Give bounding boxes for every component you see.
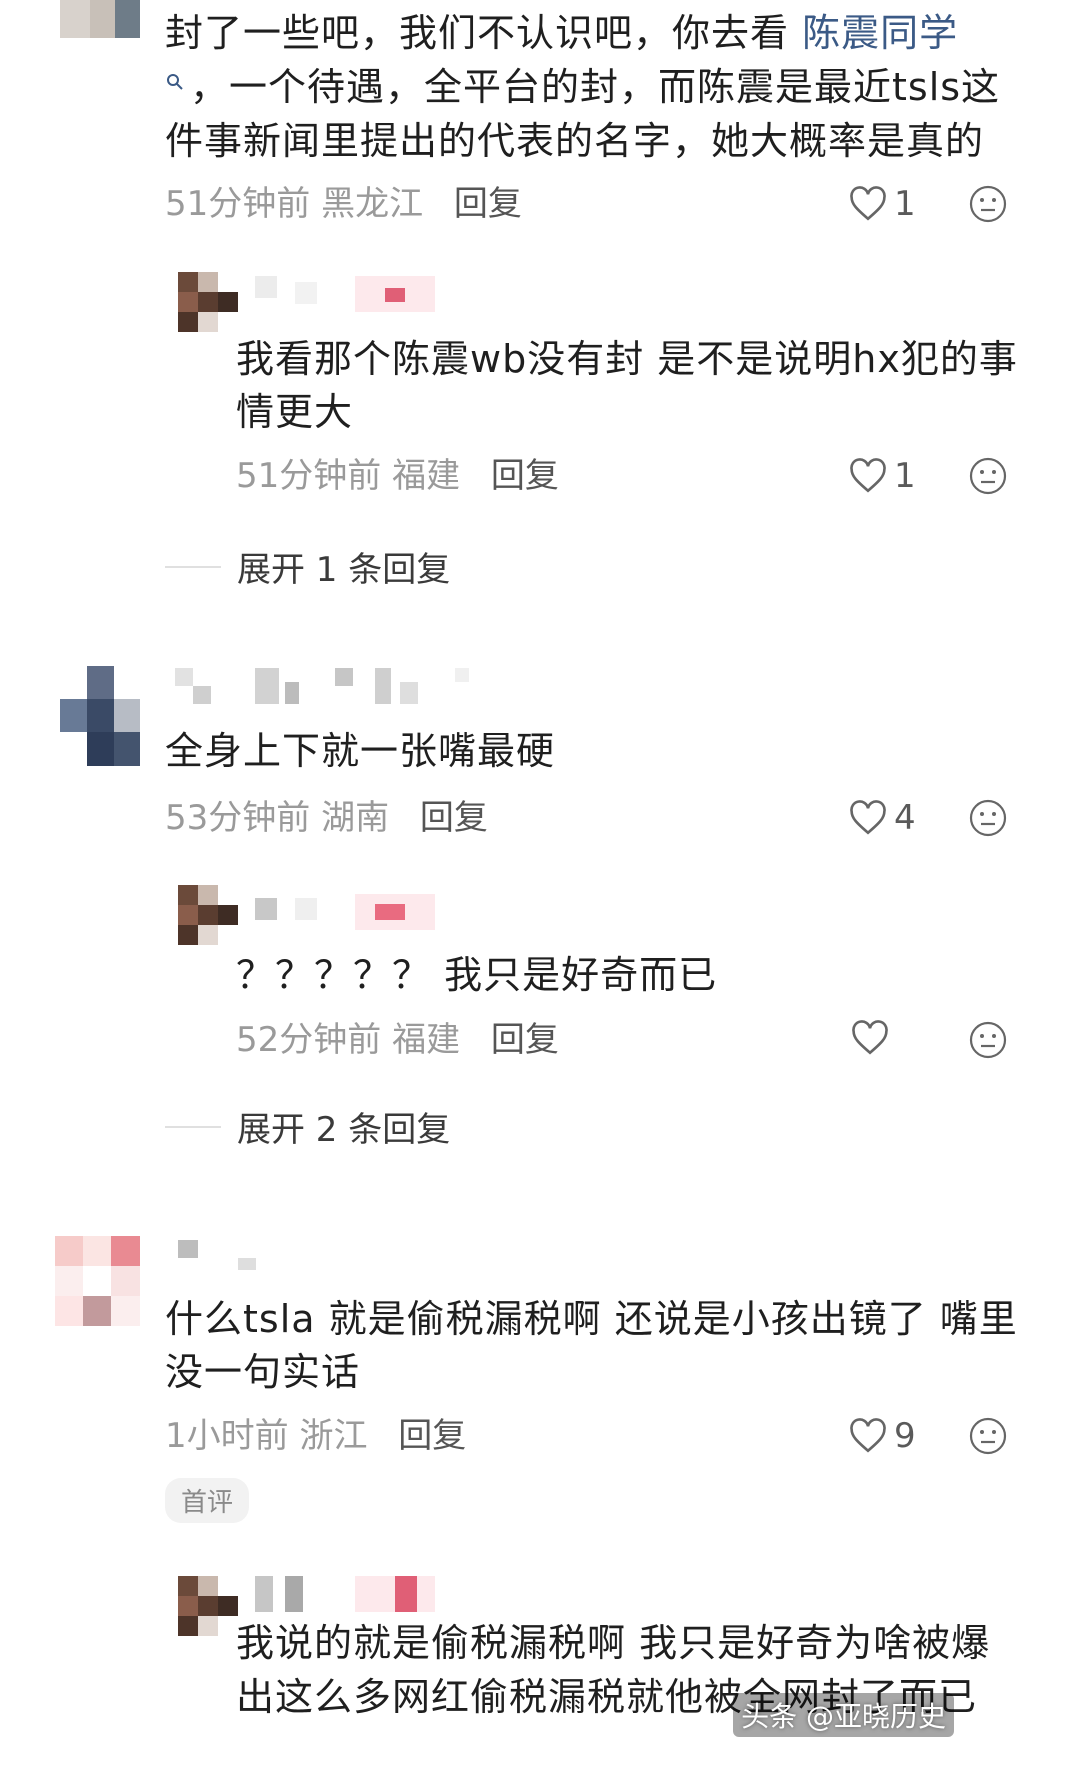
comment-location: 湖南	[321, 798, 390, 838]
like-button[interactable]: 9	[848, 1416, 916, 1456]
username-blurred[interactable]	[175, 668, 475, 704]
comment-text: 没一句实话	[165, 1350, 361, 1394]
like-count: 1	[894, 184, 916, 224]
comment-time: 53分钟前	[165, 798, 311, 838]
like-count: 4	[894, 798, 916, 838]
divider	[165, 565, 221, 568]
comment-text: 我看那个陈震wb没有封 是不是说明hx犯的事	[236, 337, 1018, 381]
like-count: 9	[894, 1416, 916, 1456]
like-button[interactable]: 1	[848, 456, 916, 496]
neutral-face-icon[interactable]	[968, 184, 1008, 224]
comment-meta: 51分钟前 福建 回复	[236, 456, 559, 496]
comment-text: 件事新闻里提出的代表的名字，她大概率是真的	[165, 119, 985, 163]
username-blurred[interactable]	[255, 276, 435, 312]
comment-text: 情更大	[236, 390, 354, 434]
first-comment-badge: 首评	[165, 1478, 250, 1523]
comment-time: 51分钟前	[165, 184, 311, 224]
comment-time: 51分钟前	[236, 456, 382, 496]
like-button[interactable]	[850, 1020, 896, 1056]
like-button[interactable]: 4	[848, 798, 916, 838]
comment-location: 黑龙江	[321, 184, 424, 224]
comment-meta: 53分钟前 湖南 回复	[165, 798, 488, 838]
watermark: 头条 @亚晓历史	[733, 1693, 962, 1737]
heart-outline-icon	[850, 458, 886, 493]
avatar[interactable]	[60, 0, 140, 38]
reply-button[interactable]: 回复	[420, 798, 488, 838]
comment-text: 我说的就是偷税漏税啊 我只是好奇为啥被爆	[236, 1621, 991, 1665]
reply-button[interactable]: 回复	[454, 184, 522, 224]
mention-link[interactable]: 陈震同学	[802, 11, 958, 55]
reply-button[interactable]: 回复	[491, 1020, 559, 1060]
comment-location: 浙江	[299, 1416, 368, 1456]
search-icon[interactable]	[165, 72, 185, 92]
comment-text: 封了一些吧，我们不认识吧，你去看 陈震同学	[165, 11, 959, 55]
username-blurred[interactable]	[178, 1240, 268, 1276]
comment-text: ，一个待遇，全平台的封，而陈震是最近tsls这	[190, 65, 1001, 109]
heart-outline-icon	[850, 186, 886, 221]
comment-location: 福建	[392, 456, 461, 496]
avatar[interactable]	[178, 1576, 238, 1636]
reply-button[interactable]: 回复	[491, 456, 559, 496]
avatar[interactable]	[55, 1236, 140, 1326]
like-button[interactable]: 1	[848, 184, 916, 224]
like-count: 1	[894, 456, 916, 496]
username-blurred[interactable]	[255, 1576, 435, 1612]
avatar[interactable]	[60, 666, 140, 766]
comment-time: 1小时前	[165, 1416, 289, 1456]
heart-outline-icon	[850, 800, 886, 835]
comment-meta: 1小时前 浙江 回复	[165, 1416, 466, 1456]
watermark-logo: 头条 @亚晓历史	[733, 1693, 954, 1737]
comment-meta: 52分钟前 福建 回复	[236, 1020, 559, 1060]
neutral-face-icon[interactable]	[968, 1416, 1008, 1456]
divider	[165, 1125, 221, 1128]
reply-button[interactable]: 回复	[398, 1416, 466, 1456]
comment-text: 全身上下就一张嘴最硬	[165, 729, 556, 773]
comment-text: 什么tsla 就是偷税漏税啊 还说是小孩出镜了 嘴里	[165, 1297, 1018, 1341]
expand-label: 展开 1 条回复	[237, 550, 451, 590]
username-blurred[interactable]	[255, 894, 435, 930]
expand-label: 展开 2 条回复	[237, 1110, 451, 1150]
heart-outline-icon	[852, 1020, 888, 1055]
comment-time: 52分钟前	[236, 1020, 382, 1060]
neutral-face-icon[interactable]	[968, 1020, 1008, 1060]
expand-replies-button[interactable]: 展开 2 条回复	[165, 1102, 450, 1151]
avatar[interactable]	[178, 885, 238, 945]
expand-replies-button[interactable]: 展开 1 条回复	[165, 542, 450, 591]
avatar[interactable]	[178, 272, 238, 332]
heart-outline-icon	[850, 1418, 886, 1453]
neutral-face-icon[interactable]	[968, 456, 1008, 496]
comment-text: ？？？？？ 我只是好奇而已	[236, 953, 718, 997]
comment-meta: 51分钟前 黑龙江 回复	[165, 184, 522, 224]
neutral-face-icon[interactable]	[968, 798, 1008, 838]
comment-location: 福建	[392, 1020, 461, 1060]
